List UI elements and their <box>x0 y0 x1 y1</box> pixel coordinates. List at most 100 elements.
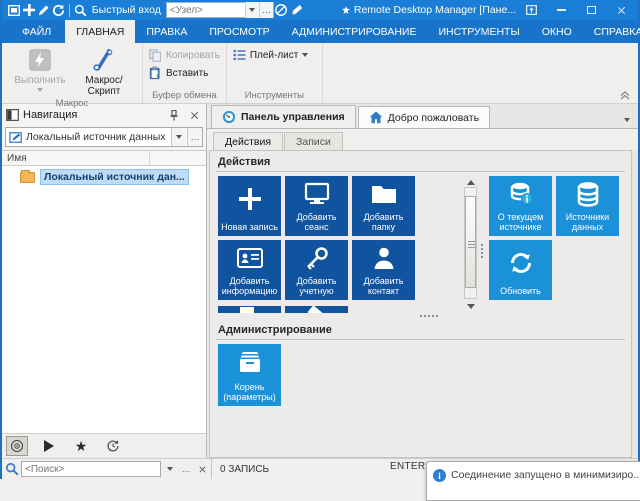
copy-button[interactable]: Копировать <box>149 49 220 62</box>
root-settings-tile[interactable]: Корень (параметры) <box>218 344 281 406</box>
dashboard-content: Действия Новая запись Добавить сеанс Доб… <box>209 150 632 458</box>
drawer-icon <box>237 344 263 382</box>
history-icon[interactable] <box>102 436 124 456</box>
collapse-ribbon-icon[interactable] <box>620 91 630 100</box>
quick-connect-box: … <box>165 2 274 18</box>
titlebar: Быстрый вход … Remote Desktop Manager [П… <box>2 0 638 20</box>
host-input[interactable] <box>166 3 245 17</box>
refresh-arrows-icon <box>508 240 534 286</box>
search-clear-icon[interactable] <box>195 462 209 476</box>
section-splitter-handle[interactable] <box>420 315 438 317</box>
add-credentials-tile[interactable]: Добавить учетную <box>285 240 348 300</box>
tab-home[interactable]: ГЛАВНАЯ <box>65 20 136 43</box>
ribbon: Выполнить Макрос/Скрипт Макрос Копироват… <box>2 43 638 109</box>
search-icon[interactable] <box>73 1 88 19</box>
sessions-view-icon[interactable] <box>6 436 28 456</box>
play-icon[interactable] <box>38 436 60 456</box>
scrollbar-thumb[interactable] <box>465 196 476 288</box>
datasource-icon <box>9 131 22 143</box>
datasource-dropdown-button[interactable] <box>171 128 186 146</box>
new-entry-icon[interactable] <box>21 1 36 19</box>
ribbon-group-macro: Выполнить Макрос/Скрипт Макрос <box>2 43 143 109</box>
playlist-dropdown-arrow[interactable] <box>302 53 309 57</box>
partial-tile[interactable] <box>285 306 348 313</box>
plus-icon <box>237 176 263 222</box>
navigation-tree: Локальный источник дан... <box>2 166 206 434</box>
no-console-icon[interactable] <box>274 1 289 19</box>
sub-tab-bar: Действия Записи <box>207 129 638 150</box>
toast-message: Соединение запущено в минимизиро... <box>451 469 640 481</box>
tab-dashboard[interactable]: Панель управления <box>211 105 356 128</box>
run-dropdown-arrow[interactable] <box>37 88 43 92</box>
tab-edit[interactable]: ПРАВКА <box>135 20 198 43</box>
dashboard-icon <box>222 110 236 124</box>
tree-item-local-datasource[interactable]: Локальный источник дан... <box>20 169 202 185</box>
maximize-button[interactable] <box>576 1 606 19</box>
folder-icon <box>20 169 35 183</box>
search-input[interactable] <box>22 462 160 476</box>
tree-column-header[interactable]: Имя <box>2 150 206 166</box>
ribbon-group-tools: Плей-лист Инструменты <box>227 43 323 103</box>
tab-help[interactable]: СПРАВКА <box>583 20 640 43</box>
pen-icon[interactable] <box>289 1 304 19</box>
add-information-tile[interactable]: Добавить информацию <box>218 240 281 300</box>
host-more-button[interactable]: … <box>258 2 273 18</box>
tab-view[interactable]: ПРОСМОТР <box>198 20 280 43</box>
refresh-tile[interactable]: Обновить <box>489 240 552 300</box>
current-source-tile[interactable]: О текущем источнике <box>489 176 552 236</box>
pin-icon[interactable] <box>166 107 182 123</box>
edit-entry-icon[interactable] <box>36 1 51 19</box>
person-icon <box>373 240 395 276</box>
search-more-button[interactable]: … <box>179 462 193 476</box>
close-button[interactable] <box>606 1 636 19</box>
ribbon-tab-bar: ФАЙЛ ГЛАВНАЯ ПРАВКА ПРОСМОТР АДМИНИСТРИР… <box>2 20 640 43</box>
macro-script-button[interactable]: Макрос/Скрипт <box>72 46 136 97</box>
search-filter-icon[interactable] <box>5 462 19 476</box>
notification-toast[interactable]: i Соединение запущено в минимизиро... <box>426 461 640 501</box>
tab-administration[interactable]: АДМИНИСТРИРОВАНИЕ <box>281 20 428 43</box>
macro-scroll-icon <box>93 49 113 71</box>
paste-button[interactable]: Вставить <box>149 66 220 80</box>
tab-list-dropdown[interactable] <box>624 113 630 125</box>
navigation-footer-toolbar: ★ <box>2 434 206 458</box>
quick-connect-label: Быстрый вход <box>91 4 161 16</box>
group-label-clipboard: Буфер обмена <box>152 90 217 101</box>
run-button[interactable]: Выполнить <box>8 46 72 92</box>
tab-tools[interactable]: ИНСТРУМЕНТЫ <box>427 20 530 43</box>
subtab-actions[interactable]: Действия <box>213 132 284 150</box>
add-folder-tile[interactable]: Добавить папку <box>352 176 415 236</box>
vertical-splitter-handle[interactable] <box>481 244 484 260</box>
home-icon <box>369 111 382 124</box>
host-dropdown-button[interactable] <box>244 2 259 18</box>
partial-tile[interactable] <box>218 306 281 313</box>
scrollbar-track[interactable] <box>464 187 477 299</box>
search-dropdown-button[interactable] <box>163 462 177 476</box>
key-icon <box>305 240 329 276</box>
group-label-tools: Инструменты <box>244 90 304 101</box>
scroll-up-arrow[interactable] <box>466 180 475 185</box>
subtab-entries[interactable]: Записи <box>284 132 343 150</box>
minimize-button[interactable] <box>546 1 576 19</box>
search-box <box>21 461 161 477</box>
close-panel-icon[interactable] <box>186 107 202 123</box>
scroll-down-arrow[interactable] <box>466 304 475 309</box>
add-contact-tile[interactable]: Добавить контакт <box>352 240 415 300</box>
column-name[interactable]: Имя <box>2 151 150 165</box>
playlist-button[interactable]: Плей-лист <box>233 49 309 61</box>
tab-welcome[interactable]: Добро пожаловать <box>357 106 491 128</box>
new-entry-tile[interactable]: Новая запись <box>218 176 281 236</box>
document-tab-bar: Панель управления Добро пожаловать <box>207 104 638 129</box>
tab-file[interactable]: ФАЙЛ <box>8 20 65 43</box>
add-session-tile[interactable]: Добавить сеанс <box>285 176 348 236</box>
restore-window-icon[interactable] <box>6 1 21 19</box>
copy-icon <box>149 49 161 62</box>
tab-window[interactable]: ОКНО <box>531 20 583 43</box>
data-sources-tile[interactable]: Источники данных <box>556 176 619 236</box>
datasource-more-button[interactable]: … <box>187 128 202 146</box>
favorites-star-icon[interactable]: ★ <box>70 436 92 456</box>
refresh-icon[interactable] <box>51 1 66 19</box>
datasource-combobox[interactable]: Локальный источник данных … <box>5 127 203 147</box>
fullscreen-button[interactable] <box>516 1 546 19</box>
ribbon-group-clipboard: Копировать Вставить Буфер обмена <box>143 43 227 103</box>
actions-scrollbar[interactable] <box>463 178 478 311</box>
